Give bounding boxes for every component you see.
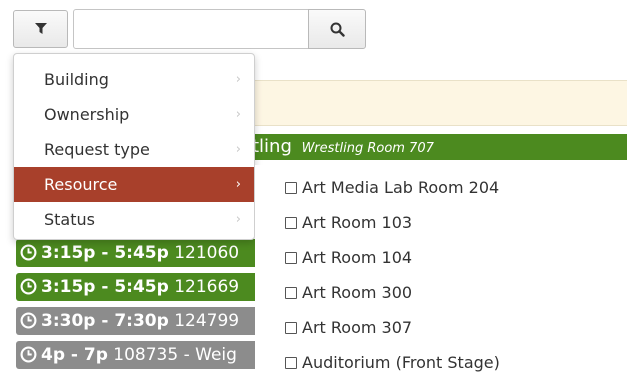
event-room: Wrestling Room 707 bbox=[301, 141, 434, 156]
menu-item-resource[interactable]: Resource › bbox=[14, 167, 254, 202]
checkbox[interactable] bbox=[285, 181, 297, 194]
resource-option[interactable]: Art Room 104 bbox=[255, 240, 627, 275]
app-root: tling Wrestling Room 707 3:15p - 5:45p 1… bbox=[0, 0, 627, 377]
resource-option-label: Art Room 103 bbox=[302, 213, 413, 232]
calendar-event-row[interactable]: 3:15p - 5:45p 121669 bbox=[16, 273, 256, 301]
menu-item-ownership[interactable]: Ownership › bbox=[14, 97, 254, 132]
resource-option-label: Auditorium (Front Stage) bbox=[302, 353, 500, 372]
menu-item-label: Status bbox=[44, 210, 95, 229]
filter-button[interactable] bbox=[13, 10, 68, 48]
checkbox[interactable] bbox=[285, 216, 297, 229]
menu-item-building[interactable]: Building › bbox=[14, 62, 254, 97]
menu-item-request-type[interactable]: Request type › bbox=[14, 132, 254, 167]
menu-item-label: Ownership bbox=[44, 105, 130, 124]
checkbox[interactable] bbox=[285, 251, 297, 264]
chevron-right-icon: › bbox=[235, 177, 241, 192]
menu-item-label: Request type bbox=[44, 140, 150, 159]
checkbox[interactable] bbox=[285, 356, 297, 369]
menu-item-status[interactable]: Status › bbox=[14, 202, 254, 237]
chevron-right-icon: › bbox=[235, 107, 241, 122]
chevron-right-icon: › bbox=[235, 142, 241, 157]
calendar-highlight-row bbox=[255, 80, 627, 126]
filter-menu: Building › Ownership › Request type › Re… bbox=[13, 53, 255, 240]
event-time: 3:15p - 5:45p bbox=[41, 243, 169, 263]
resource-option[interactable]: Auditorium (Front Stage) bbox=[255, 345, 627, 377]
event-text: 108735 - Weig bbox=[107, 345, 237, 365]
event-title: tling bbox=[252, 136, 292, 157]
resource-option-label: Art Room 307 bbox=[302, 318, 413, 337]
checkbox[interactable] bbox=[285, 321, 297, 334]
event-time: 3:15p - 5:45p bbox=[41, 277, 169, 297]
clock-icon bbox=[20, 244, 37, 261]
checkbox[interactable] bbox=[285, 286, 297, 299]
resource-option[interactable]: Art Room 103 bbox=[255, 205, 627, 240]
chevron-right-icon: › bbox=[235, 212, 241, 227]
resource-option[interactable]: Art Media Lab Room 204 bbox=[255, 170, 627, 205]
calendar-event-row[interactable]: 4p - 7p 108735 - Weig bbox=[16, 341, 256, 369]
resource-option[interactable]: Art Room 307 bbox=[255, 310, 627, 345]
calendar-event-row[interactable]: 3:15p - 5:45p 121060 bbox=[16, 239, 256, 267]
event-text: 124799 bbox=[168, 311, 240, 331]
calendar-event-wrestling[interactable]: tling Wrestling Room 707 bbox=[240, 134, 627, 160]
resource-submenu: Art Media Lab Room 204 Art Room 103 Art … bbox=[255, 165, 627, 377]
resource-option-label: Art Room 300 bbox=[302, 283, 413, 302]
resource-option-label: Art Room 104 bbox=[302, 248, 413, 267]
menu-item-label: Resource bbox=[44, 175, 118, 194]
event-text: 121669 bbox=[168, 277, 240, 297]
search-button[interactable] bbox=[308, 9, 366, 49]
event-text: 121060 bbox=[168, 243, 240, 263]
menu-item-label: Building bbox=[44, 70, 109, 89]
search-icon bbox=[330, 22, 345, 37]
clock-icon bbox=[20, 278, 37, 295]
resource-option-label: Art Media Lab Room 204 bbox=[302, 178, 500, 197]
clock-icon bbox=[20, 346, 37, 363]
chevron-right-icon: › bbox=[235, 72, 241, 87]
event-time: 4p - 7p bbox=[41, 345, 108, 365]
event-time: 3:30p - 7:30p bbox=[41, 311, 169, 331]
filter-icon bbox=[34, 23, 47, 34]
resource-option[interactable]: Art Room 300 bbox=[255, 275, 627, 310]
clock-icon bbox=[20, 312, 37, 329]
calendar-event-row[interactable]: 3:30p - 7:30p 124799 bbox=[16, 307, 256, 335]
search-input[interactable] bbox=[73, 9, 310, 49]
